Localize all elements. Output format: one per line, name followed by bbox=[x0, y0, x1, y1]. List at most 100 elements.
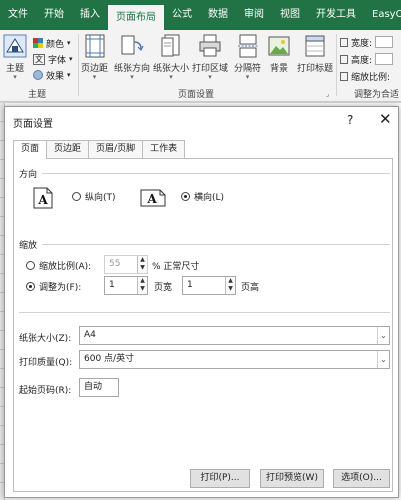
tab-formulas[interactable]: 公式 bbox=[164, 0, 200, 30]
fit-to-radio-circle[interactable] bbox=[26, 282, 35, 291]
tab-home[interactable]: 开始 bbox=[36, 0, 72, 30]
group-separator bbox=[336, 34, 337, 96]
scaling-section-label: 缩放 bbox=[19, 241, 38, 251]
landscape-radio-circle[interactable] bbox=[181, 192, 190, 201]
tab-view[interactable]: 视图 bbox=[272, 0, 308, 30]
chevron-down-icon[interactable]: ⌄ bbox=[377, 351, 389, 368]
options-button[interactable]: 选项(O)... bbox=[333, 469, 390, 488]
page-setup-dialog: 页面设置 ? ✕ 页面 页边距 页眉/页脚 工作表 方向 A 纵向(T) A 横… bbox=[4, 106, 399, 498]
theme-fonts-button[interactable]: 文 字体 ▾ bbox=[33, 52, 73, 66]
chevron-down-icon: ▾ bbox=[245, 73, 250, 81]
landscape-page-icon: A bbox=[140, 189, 166, 207]
tab-easyo[interactable]: EasyO bbox=[364, 0, 401, 30]
tab-page-layout[interactable]: 页面布局 bbox=[108, 5, 164, 30]
adjust-to-radio[interactable]: 缩放比例(A): bbox=[26, 259, 91, 272]
fit-width-input[interactable] bbox=[375, 36, 394, 48]
effects-icon bbox=[33, 70, 43, 80]
paper-size-select[interactable]: A4 ⌄ bbox=[79, 326, 390, 345]
chevron-down-icon[interactable]: ⌄ bbox=[377, 327, 389, 344]
tab-margins[interactable]: 页边距 bbox=[46, 140, 90, 158]
theme-colors-button[interactable]: 颜色 ▾ bbox=[33, 36, 71, 50]
tab-developer[interactable]: 开发工具 bbox=[308, 0, 364, 30]
group-separator bbox=[78, 34, 79, 96]
section-divider bbox=[42, 244, 390, 245]
chevron-down-icon: ▾ bbox=[92, 73, 97, 81]
fit-height-control[interactable]: 高度: bbox=[340, 52, 394, 66]
scale-control[interactable]: 缩放比例: bbox=[340, 69, 390, 83]
dialog-launcher-icon[interactable]: ⌟ bbox=[326, 90, 329, 98]
themes-icon bbox=[3, 34, 27, 58]
fit-pages-tall-input[interactable]: 1 ▲ ▼ bbox=[182, 276, 236, 295]
ribbon-panel: 主题 ▾ 颜色 ▾ 文 字体 ▾ 效果 ▾ 主题 页边距 ▾ 纸张方向 ▾ 纸张… bbox=[0, 30, 401, 102]
scale-icon bbox=[340, 71, 348, 81]
theme-effects-button[interactable]: 效果 ▾ bbox=[33, 68, 71, 82]
scale-to-fit-group-label: 调整为合适 bbox=[354, 90, 400, 100]
print-area-icon bbox=[199, 34, 221, 57]
page-size-icon bbox=[161, 34, 180, 57]
print-preview-button[interactable]: 打印预览(W) bbox=[260, 469, 324, 488]
orientation-icon bbox=[121, 35, 144, 55]
help-button[interactable]: ? bbox=[347, 113, 353, 127]
page-setup-group-label: 页面设置 bbox=[178, 90, 215, 100]
orientation-section-label: 方向 bbox=[19, 170, 38, 180]
tab-review[interactable]: 审阅 bbox=[236, 0, 272, 30]
tab-header-footer[interactable]: 页眉/页脚 bbox=[88, 140, 144, 158]
dialog-tabs: 页面 页边距 页眉/页脚 工作表 bbox=[13, 140, 186, 159]
background-button[interactable]: 背景 bbox=[268, 34, 290, 74]
font-icon: 文 bbox=[33, 53, 45, 65]
theme-group-label: 主题 bbox=[28, 90, 47, 100]
first-page-number-input[interactable]: 自动 bbox=[79, 378, 119, 397]
adjust-to-radio-circle[interactable] bbox=[26, 261, 35, 270]
fit-pages-wide-input[interactable]: 1 ▲ ▼ bbox=[104, 276, 148, 295]
print-area-button[interactable]: 打印区域 ▾ bbox=[192, 34, 228, 81]
breaks-button[interactable]: 分隔符 ▾ bbox=[234, 34, 261, 81]
adjust-to-spinner[interactable]: ▲ ▼ bbox=[137, 256, 147, 273]
first-page-number-label: 起始页码(R): bbox=[19, 386, 72, 396]
margins-icon bbox=[85, 34, 104, 58]
fit-height-input[interactable] bbox=[375, 53, 394, 65]
chevron-down-icon: ▾ bbox=[67, 39, 71, 47]
page-size-button[interactable]: 纸张大小 ▾ bbox=[153, 34, 189, 81]
fit-to-radio[interactable]: 调整为(F): bbox=[26, 280, 81, 293]
adjust-to-percent-input[interactable]: 55 ▲ ▼ bbox=[104, 255, 148, 274]
width-icon bbox=[340, 37, 348, 47]
color-palette-icon bbox=[33, 38, 43, 48]
close-icon[interactable]: ✕ bbox=[379, 110, 392, 128]
page-tab-pane: 方向 A 纵向(T) A 横向(L) 缩放 缩放比例(A): 55 ▲ ▼ % … bbox=[13, 158, 393, 492]
portrait-radio-circle[interactable] bbox=[72, 192, 81, 201]
portrait-page-icon: A bbox=[33, 187, 53, 209]
normal-size-suffix: % 正常尺寸 bbox=[152, 262, 200, 272]
tab-sheet[interactable]: 工作表 bbox=[142, 140, 186, 158]
pages-wide-suffix: 页宽 bbox=[154, 283, 173, 293]
tab-page[interactable]: 页面 bbox=[13, 140, 48, 159]
fit-width-control[interactable]: 宽度: bbox=[340, 35, 394, 49]
chevron-down-icon: ▾ bbox=[208, 73, 212, 81]
landscape-radio[interactable]: 横向(L) bbox=[181, 190, 224, 203]
tab-file[interactable]: 文件 bbox=[0, 0, 36, 30]
portrait-radio[interactable]: 纵向(T) bbox=[72, 190, 116, 203]
themes-button[interactable]: 主题 ▾ bbox=[3, 34, 27, 81]
portrait-letter: A bbox=[37, 193, 48, 207]
fit-tall-spinner[interactable]: ▲ ▼ bbox=[225, 277, 235, 294]
print-titles-icon bbox=[305, 35, 325, 57]
section-divider bbox=[19, 312, 390, 313]
paper-size-label: 纸张大小(Z): bbox=[19, 334, 72, 344]
landscape-letter: A bbox=[146, 192, 157, 206]
print-quality-label: 打印质量(Q): bbox=[19, 358, 73, 368]
margins-button[interactable]: 页边距 ▾ bbox=[81, 34, 108, 81]
chevron-down-icon: ▾ bbox=[67, 71, 71, 79]
orientation-button[interactable]: 纸张方向 ▾ bbox=[114, 34, 150, 81]
fit-wide-spinner[interactable]: ▲ ▼ bbox=[137, 277, 147, 294]
background-image-icon bbox=[268, 36, 290, 56]
dialog-title: 页面设置 bbox=[13, 119, 53, 130]
breaks-icon bbox=[237, 34, 258, 58]
print-quality-select[interactable]: 600 点/英寸 ⌄ bbox=[79, 350, 390, 369]
tab-insert[interactable]: 插入 bbox=[72, 0, 108, 30]
tab-data[interactable]: 数据 bbox=[200, 0, 236, 30]
pages-tall-suffix: 页高 bbox=[241, 283, 260, 293]
print-button[interactable]: 打印(P)... bbox=[190, 469, 250, 488]
ribbon-tab-bar: 文件 开始 插入 页面布局 公式 数据 审阅 视图 开发工具 EasyO bbox=[0, 0, 401, 30]
section-divider bbox=[42, 173, 390, 174]
print-titles-button[interactable]: 打印标题 bbox=[297, 34, 333, 74]
chevron-down-icon: ▾ bbox=[130, 73, 134, 81]
